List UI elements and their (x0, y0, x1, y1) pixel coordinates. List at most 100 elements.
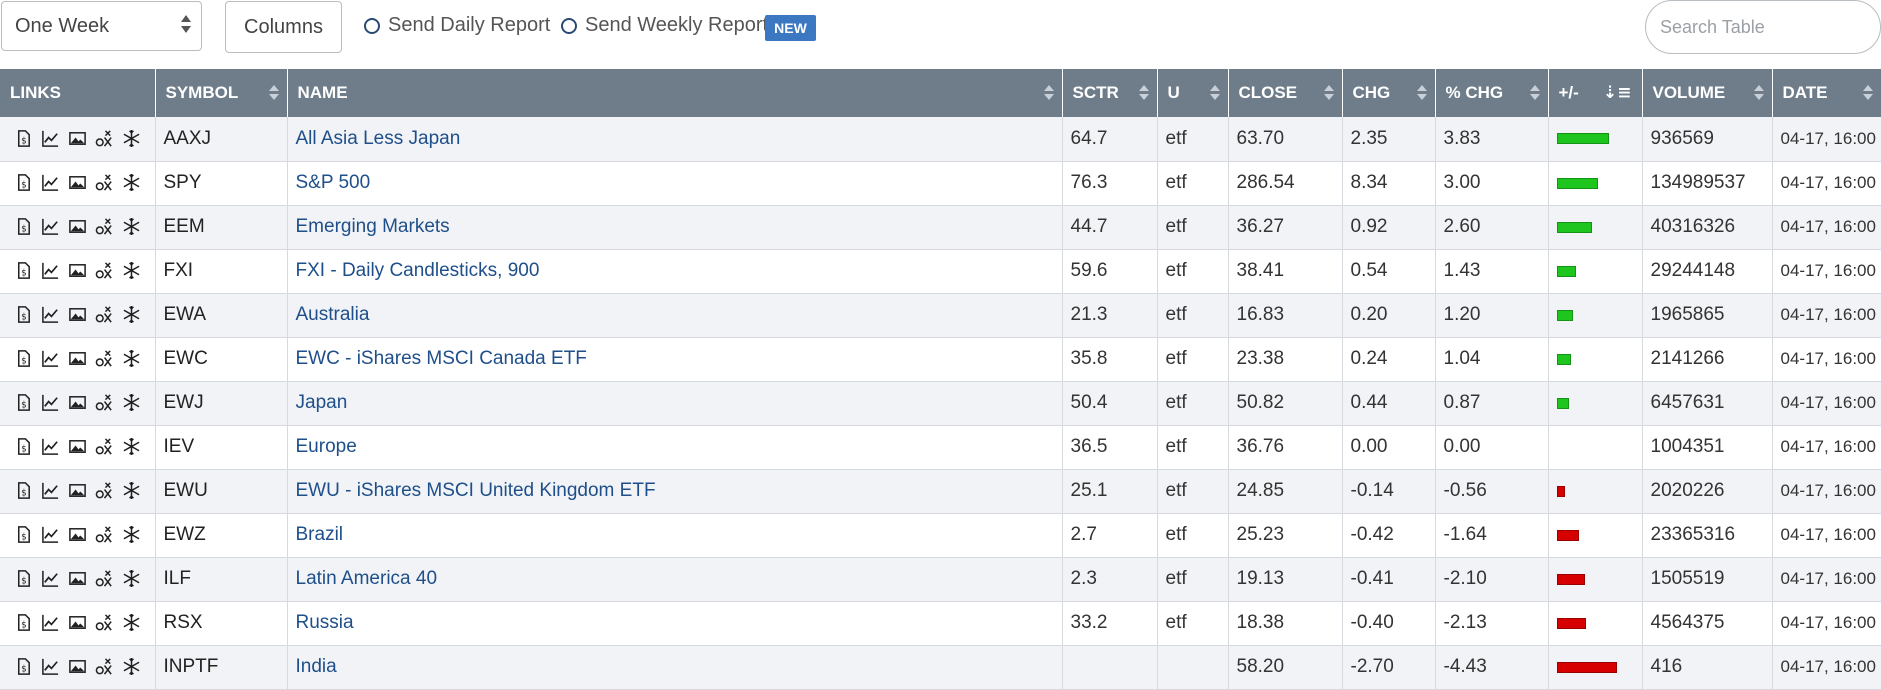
point-figure-icon[interactable] (95, 437, 114, 456)
line-chart-icon[interactable] (41, 305, 60, 324)
send-daily-report-radio[interactable]: Send Daily Report (364, 14, 550, 37)
sort-icon[interactable] (1323, 85, 1334, 100)
col-chg[interactable]: CHG (1342, 69, 1436, 117)
row-name-link[interactable]: Latin America 40 (296, 568, 438, 589)
seasonality-icon[interactable] (122, 305, 141, 324)
col-symbol[interactable]: SYMBOL (155, 69, 288, 117)
seasonality-icon[interactable] (122, 129, 141, 148)
image-chart-icon[interactable] (68, 129, 87, 148)
sharpchart-icon[interactable]: $ (14, 657, 33, 676)
row-name-link[interactable]: India (296, 656, 337, 677)
sort-icon[interactable] (1416, 85, 1427, 100)
period-select[interactable]: One Week (1, 1, 202, 51)
seasonality-icon[interactable] (122, 481, 141, 500)
sort-icon[interactable] (1209, 85, 1220, 100)
row-name-link[interactable]: Australia (296, 304, 370, 325)
row-name-link[interactable]: FXI - Daily Candlesticks, 900 (296, 260, 540, 281)
search-table-input[interactable] (1645, 0, 1881, 54)
sharpchart-icon[interactable]: $ (14, 437, 33, 456)
point-figure-icon[interactable] (95, 481, 114, 500)
image-chart-icon[interactable] (68, 261, 87, 280)
point-figure-icon[interactable] (95, 393, 114, 412)
point-figure-icon[interactable] (95, 217, 114, 236)
seasonality-icon[interactable] (122, 173, 141, 192)
sharpchart-icon[interactable]: $ (14, 481, 33, 500)
row-name-link[interactable]: EWC - iShares MSCI Canada ETF (296, 348, 587, 369)
sharpchart-icon[interactable]: $ (14, 305, 33, 324)
col-name[interactable]: NAME (287, 69, 1063, 117)
sort-icon[interactable] (1529, 85, 1540, 100)
seasonality-icon[interactable] (122, 525, 141, 544)
sort-icon[interactable] (268, 85, 279, 100)
seasonality-icon[interactable] (122, 613, 141, 632)
point-figure-icon[interactable] (95, 525, 114, 544)
point-figure-icon[interactable] (95, 173, 114, 192)
seasonality-icon[interactable] (122, 569, 141, 588)
image-chart-icon[interactable] (68, 393, 87, 412)
row-name-link[interactable]: Japan (296, 392, 348, 413)
line-chart-icon[interactable] (41, 437, 60, 456)
line-chart-icon[interactable] (41, 613, 60, 632)
columns-button[interactable]: Columns (225, 1, 342, 53)
line-chart-icon[interactable] (41, 217, 60, 236)
sharpchart-icon[interactable]: $ (14, 349, 33, 368)
send-weekly-report-radio[interactable]: Send Weekly Report (561, 14, 768, 37)
line-chart-icon[interactable] (41, 261, 60, 280)
image-chart-icon[interactable] (68, 173, 87, 192)
seasonality-icon[interactable] (122, 261, 141, 280)
point-figure-icon[interactable] (95, 261, 114, 280)
col-volume[interactable]: VOLUME (1642, 69, 1773, 117)
image-chart-icon[interactable] (68, 217, 87, 236)
image-chart-icon[interactable] (68, 305, 87, 324)
point-figure-icon[interactable] (95, 129, 114, 148)
sharpchart-icon[interactable]: $ (14, 261, 33, 280)
image-chart-icon[interactable] (68, 569, 87, 588)
col-u[interactable]: U (1157, 69, 1229, 117)
seasonality-icon[interactable] (122, 217, 141, 236)
sharpchart-icon[interactable]: $ (14, 393, 33, 412)
sharpchart-icon[interactable]: $ (14, 129, 33, 148)
sharpchart-icon[interactable]: $ (14, 525, 33, 544)
sort-icon[interactable] (1138, 85, 1149, 100)
row-name-link[interactable]: All Asia Less Japan (296, 128, 461, 149)
image-chart-icon[interactable] (68, 437, 87, 456)
sort-icon[interactable] (1753, 85, 1764, 100)
row-name-link[interactable]: Russia (296, 612, 354, 633)
row-name-link[interactable]: Emerging Markets (296, 216, 450, 237)
col-plus-minus[interactable]: +/- ⇣≡ (1548, 69, 1643, 117)
point-figure-icon[interactable] (95, 305, 114, 324)
line-chart-icon[interactable] (41, 569, 60, 588)
line-chart-icon[interactable] (41, 393, 60, 412)
sharpchart-icon[interactable]: $ (14, 217, 33, 236)
line-chart-icon[interactable] (41, 481, 60, 500)
sharpchart-icon[interactable]: $ (14, 613, 33, 632)
image-chart-icon[interactable] (68, 613, 87, 632)
line-chart-icon[interactable] (41, 657, 60, 676)
row-name-link[interactable]: Brazil (296, 524, 344, 545)
line-chart-icon[interactable] (41, 525, 60, 544)
sort-icon[interactable] (1043, 85, 1054, 100)
image-chart-icon[interactable] (68, 657, 87, 676)
col-pct-chg[interactable]: % CHG (1435, 69, 1549, 117)
point-figure-icon[interactable] (95, 613, 114, 632)
sort-icon[interactable] (1863, 85, 1873, 100)
col-close[interactable]: CLOSE (1228, 69, 1343, 117)
seasonality-icon[interactable] (122, 657, 141, 676)
row-name-link[interactable]: EWU - iShares MSCI United Kingdom ETF (296, 480, 656, 501)
image-chart-icon[interactable] (68, 481, 87, 500)
sharpchart-icon[interactable]: $ (14, 569, 33, 588)
sort-descending-icon[interactable]: ⇣≡ (1603, 83, 1632, 103)
point-figure-icon[interactable] (95, 657, 114, 676)
line-chart-icon[interactable] (41, 173, 60, 192)
image-chart-icon[interactable] (68, 525, 87, 544)
point-figure-icon[interactable] (95, 349, 114, 368)
col-date[interactable]: DATE (1772, 69, 1881, 117)
point-figure-icon[interactable] (95, 569, 114, 588)
seasonality-icon[interactable] (122, 393, 141, 412)
row-name-link[interactable]: Europe (296, 436, 357, 457)
seasonality-icon[interactable] (122, 437, 141, 456)
line-chart-icon[interactable] (41, 129, 60, 148)
row-name-link[interactable]: S&P 500 (296, 172, 371, 193)
col-sctr[interactable]: SCTR (1062, 69, 1158, 117)
line-chart-icon[interactable] (41, 349, 60, 368)
